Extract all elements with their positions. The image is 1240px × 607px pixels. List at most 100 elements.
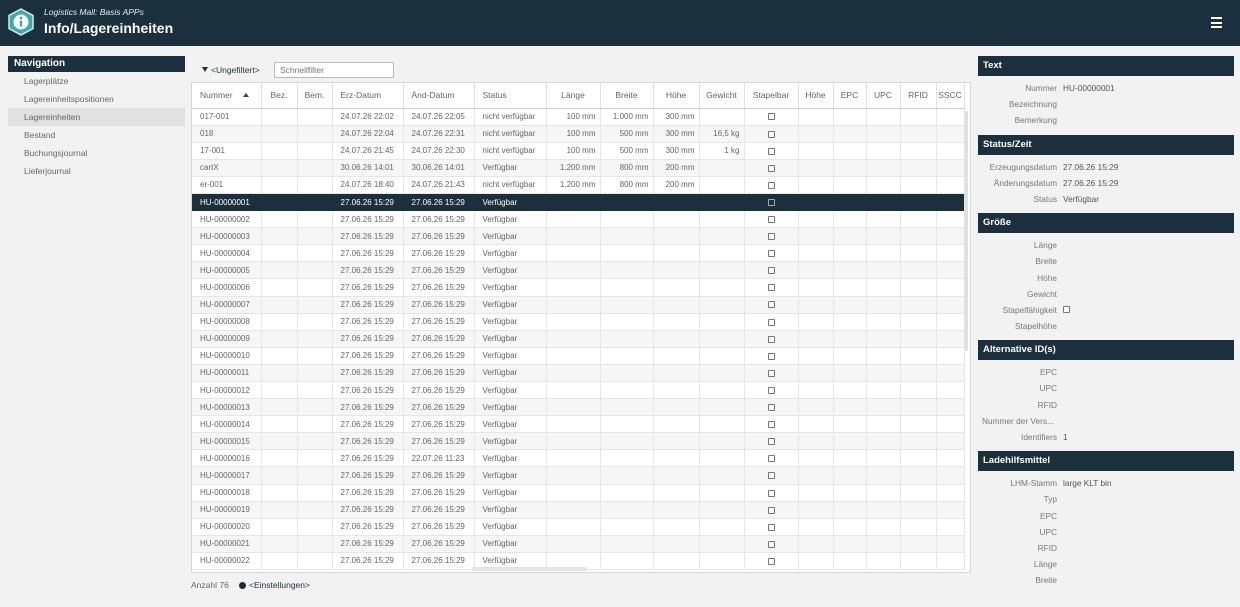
table-cell xyxy=(798,330,834,348)
stackable-checkbox[interactable] xyxy=(767,557,775,565)
column-header[interactable]: Länge xyxy=(546,83,601,109)
table-row[interactable]: HU-00000005 27.06.26 15:29 27.06.26 15:29 V… xyxy=(192,261,965,280)
stackable-checkbox[interactable] xyxy=(767,164,775,172)
stackable-checkbox[interactable] xyxy=(767,318,775,326)
table-row[interactable]: 17-001 24.07.26 21:45 24.07.26 22:30 nicht … xyxy=(192,142,965,160)
table-cell xyxy=(297,296,333,314)
nav-item[interactable]: Lieferjournal xyxy=(8,162,185,180)
stackable-checkbox[interactable] xyxy=(767,352,775,360)
stackable-checkbox[interactable] xyxy=(767,404,775,412)
table-row[interactable]: HU-00000006 27.06.26 15:29 27.06.26 15:29 V… xyxy=(192,278,965,297)
stackable-checkbox[interactable] xyxy=(767,267,775,275)
stackable-checkbox[interactable] xyxy=(767,198,775,206)
stackable-checkbox[interactable] xyxy=(767,181,775,189)
table-row[interactable]: HU-00000019 27.06.26 15:29 27.06.26 15:29 V… xyxy=(192,501,965,519)
table-cell xyxy=(900,278,937,297)
nav-item[interactable]: Buchungsjournal xyxy=(8,144,185,162)
table-row[interactable]: er-001 24.07.26 18:40 24.07.26 21:43 nicht … xyxy=(192,176,965,194)
stackable-checkbox[interactable] xyxy=(767,335,775,343)
table-row[interactable]: 018 24.07.26 22:04 24.07.26 22:31 nicht ver… xyxy=(192,125,965,143)
table-cell xyxy=(600,193,654,212)
horizontal-scrollbar[interactable] xyxy=(472,567,587,571)
stackable-checkbox[interactable] xyxy=(767,233,775,241)
table-row[interactable]: HU-00000020 27.06.26 15:29 27.06.26 15:29 V… xyxy=(192,518,965,536)
settings-button[interactable]: <Einstellungen> xyxy=(239,580,310,590)
table-row[interactable]: HU-00000009 27.06.26 15:29 27.06.26 15:29 V… xyxy=(192,330,965,348)
table-row[interactable]: HU-00000014 27.06.26 15:29 27.06.26 15:29 V… xyxy=(192,415,965,434)
table-cell xyxy=(261,518,298,536)
stackability-checkbox[interactable] xyxy=(1063,305,1070,313)
stackable-checkbox[interactable] xyxy=(767,438,775,446)
nav-item[interactable]: Lagerplätze xyxy=(8,72,185,90)
stackable-checkbox[interactable] xyxy=(767,284,775,292)
nav-item[interactable]: Lagereinheitspositionen xyxy=(8,90,185,108)
table-row[interactable]: HU-00000011 27.06.26 15:29 27.06.26 15:29 V… xyxy=(192,364,965,383)
stackable-checkbox[interactable] xyxy=(767,130,775,138)
stackable-checkbox[interactable] xyxy=(767,301,775,309)
filter-toggle[interactable]: <Ungefiltert> xyxy=(202,65,260,75)
nav-item[interactable]: Lagereinheiten xyxy=(8,108,185,126)
nav-item[interactable]: Bestand xyxy=(8,126,185,144)
table-row[interactable]: HU-00000004 27.06.26 15:29 27.06.26 15:29 V… xyxy=(192,244,965,263)
vertical-scrollbar[interactable] xyxy=(964,111,968,351)
table-cell xyxy=(653,313,700,331)
column-header[interactable]: SSCC xyxy=(936,83,965,109)
column-header[interactable]: Bem. xyxy=(297,83,333,109)
column-header[interactable]: Höhe xyxy=(653,83,700,109)
detail-field-label: EPC xyxy=(1039,367,1057,378)
table-cell xyxy=(833,193,867,212)
table-cell: HU-00000017 xyxy=(192,466,262,485)
stackable-checkbox[interactable] xyxy=(767,250,775,258)
table-header-row: Nummer Bez. Bem. Erz-Datum Änd-Datum Status Lä… xyxy=(192,83,965,109)
column-header[interactable]: RFID xyxy=(900,83,937,109)
stackable-checkbox[interactable] xyxy=(767,421,775,429)
column-header[interactable]: Änd-Datum xyxy=(403,83,475,109)
column-header[interactable]: Bez. xyxy=(261,83,298,109)
stackable-checkbox[interactable] xyxy=(767,489,775,497)
table-cell xyxy=(653,501,700,519)
column-header[interactable]: Höhe xyxy=(798,83,834,109)
stackable-checkbox[interactable] xyxy=(767,147,775,155)
table-row[interactable]: HU-00000018 27.06.26 15:29 27.06.26 15:29 V… xyxy=(192,484,965,502)
table-row[interactable]: HU-00000008 27.06.26 15:29 27.06.26 15:29 V… xyxy=(192,313,965,331)
table-row[interactable]: 017-001 24.07.26 22:02 24.07.26 22:05 nicht… xyxy=(192,108,965,126)
table-row[interactable]: cartX 30.06.26 14:01 30.06.26 14:01 Verfügb… xyxy=(192,159,965,177)
table-row[interactable]: HU-00000007 27.06.26 15:29 27.06.26 15:29 V… xyxy=(192,296,965,314)
table-row[interactable]: HU-00000003 27.06.26 15:29 27.06.26 15:29 V… xyxy=(192,227,965,246)
column-header[interactable]: EPC xyxy=(833,83,867,109)
column-header[interactable]: Breite xyxy=(600,83,654,109)
table-cell: 27.06.26 15:29 xyxy=(332,415,404,434)
hamburger-menu-icon[interactable] xyxy=(1211,17,1222,28)
stackable-checkbox[interactable] xyxy=(767,386,775,394)
column-header[interactable]: Gewicht xyxy=(699,83,745,109)
table-row[interactable]: HU-00000013 27.06.26 15:29 27.06.26 15:29 V… xyxy=(192,398,965,417)
table-row[interactable]: HU-00000002 27.06.26 15:29 27.06.26 15:29 V… xyxy=(192,210,965,229)
stackable-checkbox[interactable] xyxy=(767,113,775,121)
column-header[interactable]: UPC xyxy=(866,83,901,109)
table-row[interactable]: HU-00000010 27.06.26 15:29 27.06.26 15:29 V… xyxy=(192,347,965,365)
column-header[interactable]: Status xyxy=(474,83,547,109)
table-row[interactable]: HU-00000012 27.06.26 15:29 27.06.26 15:29 V… xyxy=(192,381,965,400)
stackable-checkbox[interactable] xyxy=(767,455,775,463)
stackable-checkbox[interactable] xyxy=(767,472,775,480)
table-cell xyxy=(744,330,799,348)
column-header[interactable]: Erz-Datum xyxy=(332,83,404,109)
column-header[interactable]: Stapelbar xyxy=(744,83,799,109)
table-cell xyxy=(261,142,298,160)
stackable-checkbox[interactable] xyxy=(767,369,775,377)
table-row[interactable]: HU-00000017 27.06.26 15:29 27.06.26 15:29 V… xyxy=(192,466,965,485)
stackable-checkbox[interactable] xyxy=(767,216,775,223)
column-header[interactable]: Nummer xyxy=(192,83,262,109)
table-cell xyxy=(261,176,298,194)
table-row[interactable]: HU-00000015 27.06.26 15:29 27.06.26 15:29 V… xyxy=(192,432,965,451)
sort-ascending-icon[interactable] xyxy=(242,93,249,98)
quick-filter-input[interactable] xyxy=(274,62,394,78)
table-row[interactable]: HU-00000001 27.06.26 15:29 27.06.26 15:29 V… xyxy=(192,193,965,212)
table-row[interactable]: HU-00000021 27.06.26 15:29 27.06.26 15:29 V… xyxy=(192,535,965,553)
table-cell xyxy=(866,347,901,365)
stackable-checkbox[interactable] xyxy=(767,506,775,514)
stackable-checkbox[interactable] xyxy=(767,523,775,531)
table-row[interactable]: HU-00000016 27.06.26 15:29 22.07.26 11:23 V… xyxy=(192,449,965,468)
table-cell: nicht verfügbar xyxy=(474,142,547,160)
stackable-checkbox[interactable] xyxy=(767,540,775,548)
